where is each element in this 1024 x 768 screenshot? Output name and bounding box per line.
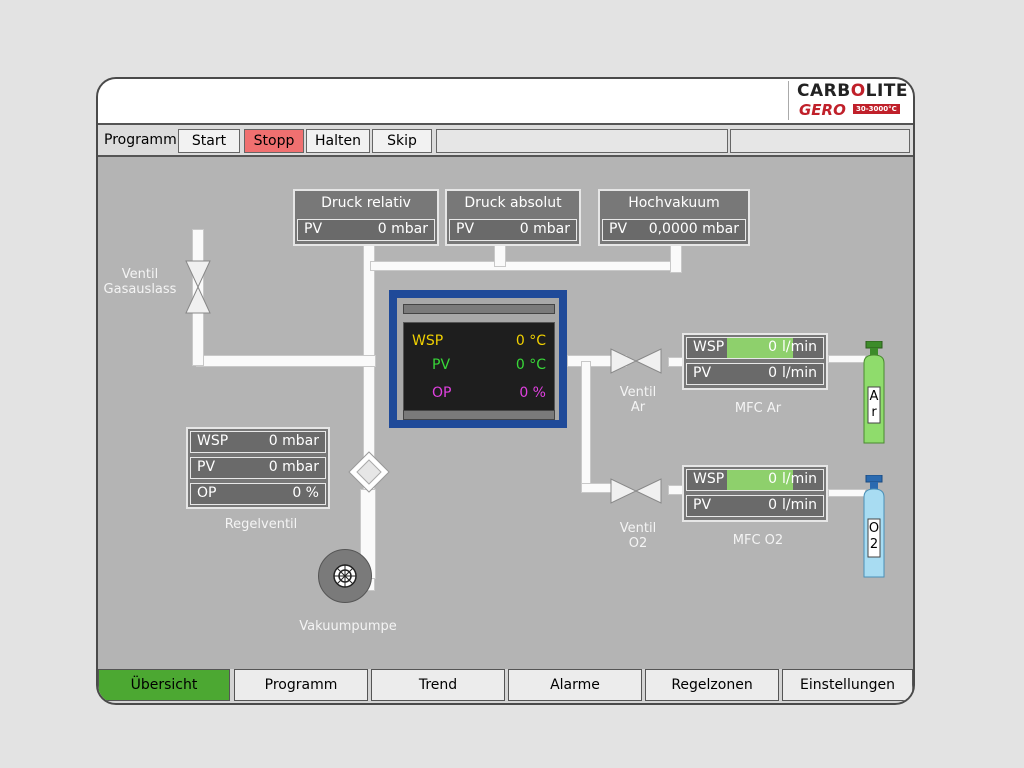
gas-bottle-o2-icon[interactable]: O 2 xyxy=(860,474,888,579)
ventil-o2-valve[interactable] xyxy=(610,477,662,504)
mfc-ar-pv-unit: l/min xyxy=(781,365,817,381)
mfc-ar-wsp-unit: l/min xyxy=(781,339,817,355)
furnace-pv-value: 0 °C xyxy=(515,357,546,373)
vakuumpumpe-icon[interactable] xyxy=(318,549,372,603)
regelventil-op-value: 0 % xyxy=(292,485,319,501)
druck-relativ-title: Druck relativ xyxy=(321,195,411,211)
tab-regelzonen[interactable]: Regelzonen xyxy=(645,669,779,701)
mfc-ar-box: WSP 0 l/min PV 0 l/min xyxy=(682,333,828,390)
tab-uebersicht[interactable]: Übersicht xyxy=(98,669,230,701)
pipe-absolut-stub xyxy=(494,243,506,267)
furnace-op-label: OP xyxy=(432,385,452,401)
pipe-hochvakuum-stub xyxy=(670,243,682,273)
mfc-ar-wsp-value: 0 xyxy=(768,339,777,355)
druck-absolut-pv-label: PV xyxy=(456,221,475,237)
regelventil-caption: Regelventil xyxy=(224,517,298,532)
druck-absolut-pv-value: 0 mbar xyxy=(519,221,570,237)
regelventil-wsp-value: 0 mbar xyxy=(268,433,319,449)
pipe-gauges-horizontal xyxy=(370,261,680,271)
mfc-o2-box: WSP 0 l/min PV 0 l/min xyxy=(682,465,828,522)
pipe-gasauslass-horizontal xyxy=(196,355,376,367)
bottle-ar-text-1: A xyxy=(869,389,879,404)
furnace-op-value: 0 % xyxy=(519,385,546,401)
bottle-o2-text-1: O xyxy=(868,521,880,536)
mfc-ar-pv-value: 0 xyxy=(768,365,777,381)
druck-relativ-pv-value: 0 mbar xyxy=(377,221,428,237)
skip-button[interactable]: Skip xyxy=(372,129,432,153)
ventil-o2-label: Ventil O2 xyxy=(619,521,657,551)
furnace-controller[interactable]: WSP 0 °C PV 0 °C OP 0 % xyxy=(389,290,567,428)
mfc-o2-wsp-unit: l/min xyxy=(781,471,817,487)
regelventil-op-label: OP xyxy=(197,485,217,501)
bottom-navigation: Übersicht Programm Trend Alarme Regelzon… xyxy=(98,669,913,703)
ventil-ar-valve[interactable] xyxy=(610,347,662,374)
furnace-wsp-label: WSP xyxy=(412,333,444,349)
mfc-o2-pv-label: PV xyxy=(693,497,712,513)
gas-bottle-ar-icon[interactable]: A r xyxy=(860,340,888,445)
regelventil-pv-value: 0 mbar xyxy=(268,459,319,475)
start-button[interactable]: Start xyxy=(178,129,240,153)
tab-programm[interactable]: Programm xyxy=(234,669,368,701)
hochvakuum-box: Hochvakuum PV 0,0000 mbar xyxy=(598,189,750,246)
mfc-o2-wsp-label: WSP xyxy=(693,471,725,487)
program-status-field xyxy=(436,129,728,153)
ventil-ar-label: Ventil Ar xyxy=(619,385,657,415)
mfc-ar-caption: MFC Ar xyxy=(734,401,782,416)
regelventil-pv-label: PV xyxy=(197,459,216,475)
hochvakuum-title: Hochvakuum xyxy=(628,195,720,211)
hmi-panel: CARBOLITE GERO 30-3000°C Programm Start … xyxy=(96,77,915,705)
mfc-o2-pv-value: 0 xyxy=(768,497,777,513)
ventil-gasauslass-valve[interactable] xyxy=(183,259,213,315)
program-toolbar: Programm Start Stopp Halten Skip xyxy=(98,125,913,157)
druck-relativ-pv-label: PV xyxy=(304,221,323,237)
regelventil-wsp-label: WSP xyxy=(197,433,229,449)
furnace-wsp-value: 0 °C xyxy=(515,333,546,349)
tab-alarme[interactable]: Alarme xyxy=(508,669,642,701)
program-info-field xyxy=(730,129,910,153)
regelventil-box: WSP 0 mbar PV 0 mbar OP 0 % xyxy=(186,427,330,509)
title-bar: CARBOLITE GERO 30-3000°C xyxy=(98,79,913,125)
regelventil-diamond-icon[interactable] xyxy=(348,451,390,493)
tab-trend[interactable]: Trend xyxy=(371,669,505,701)
hochvakuum-pv-label: PV xyxy=(609,221,628,237)
vakuumpumpe-caption: Vakuumpumpe xyxy=(299,619,397,634)
bottle-ar-text-2: r xyxy=(871,405,877,420)
mfc-ar-pv-label: PV xyxy=(693,365,712,381)
tab-einstellungen[interactable]: Einstellungen xyxy=(782,669,913,701)
furnace-pv-label: PV xyxy=(432,357,451,373)
stopp-button[interactable]: Stopp xyxy=(244,129,304,153)
pipe-o2-vertical xyxy=(581,361,591,491)
carbolite-gero-logo: CARBOLITE GERO 30-3000°C xyxy=(788,81,911,120)
furnace-display: WSP 0 °C PV 0 °C OP 0 % xyxy=(403,322,555,412)
druck-absolut-box: Druck absolut PV 0 mbar xyxy=(445,189,581,246)
druck-relativ-box: Druck relativ PV 0 mbar xyxy=(293,189,439,246)
druck-absolut-title: Druck absolut xyxy=(464,195,562,211)
hochvakuum-pv-value: 0,0000 mbar xyxy=(648,221,739,237)
bottle-o2-text-2: 2 xyxy=(869,537,879,552)
mfc-ar-wsp-label: WSP xyxy=(693,339,725,355)
mfc-o2-pv-unit: l/min xyxy=(781,497,817,513)
ventil-gasauslass-label: Ventil Gasauslass xyxy=(103,267,177,297)
mfc-o2-wsp-value: 0 xyxy=(768,471,777,487)
mfc-o2-caption: MFC O2 xyxy=(732,533,784,548)
toolbar-label: Programm xyxy=(104,132,177,148)
halten-button[interactable]: Halten xyxy=(306,129,370,153)
